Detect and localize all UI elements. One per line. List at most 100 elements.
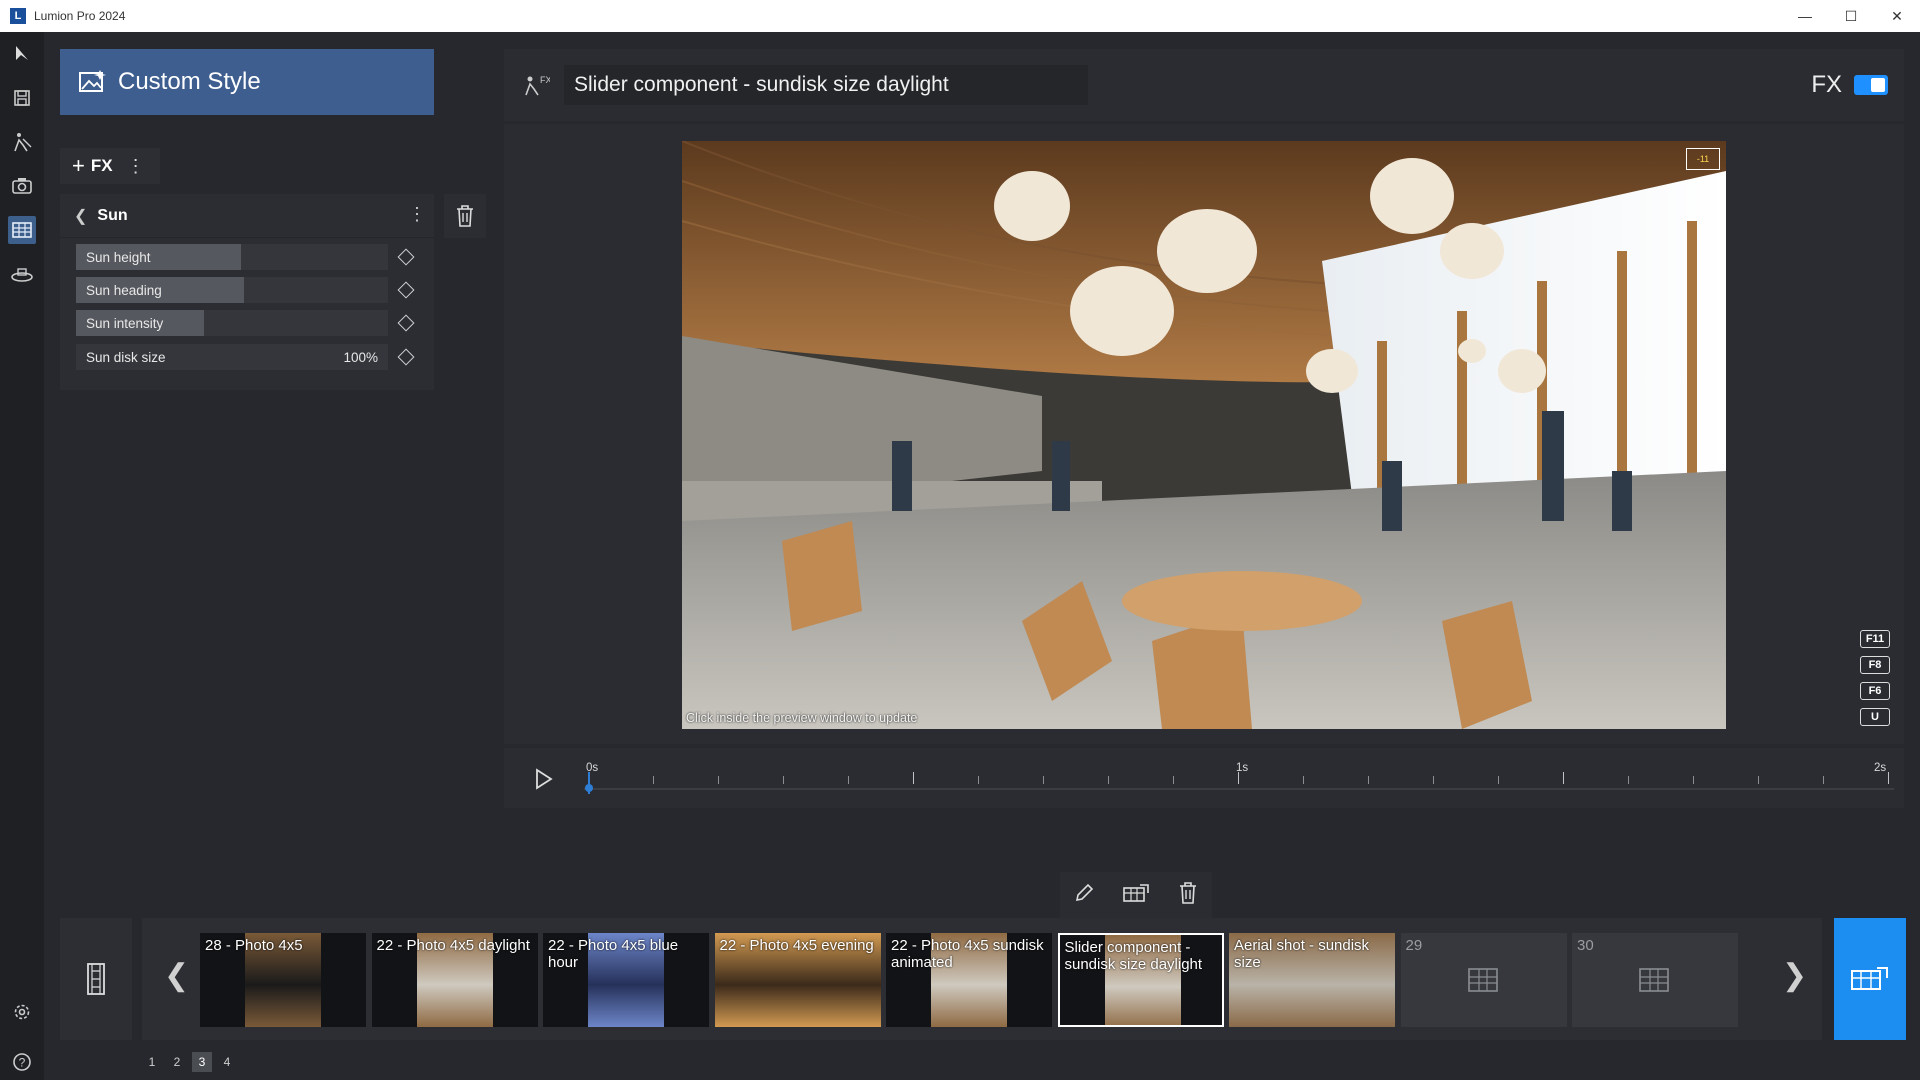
keyframe-diamond-icon[interactable] [397, 281, 415, 299]
fx-toggle[interactable] [1854, 75, 1888, 95]
add-icon[interactable]: + [72, 153, 85, 179]
fx-menu-icon[interactable]: ⋮ [127, 156, 145, 177]
render-preview-image[interactable] [682, 141, 1726, 729]
play-button[interactable] [534, 768, 554, 795]
clip-label: 29 [1405, 937, 1423, 954]
strip-next-chevron-icon[interactable]: ❯ [1782, 958, 1807, 993]
preview-hint: Click inside the preview window to updat… [686, 711, 918, 725]
add-fx-button[interactable]: FX [91, 156, 113, 176]
clip-thumbnail[interactable]: 28 - Photo 4x5 [200, 933, 366, 1027]
timeline-track[interactable] [584, 788, 1894, 790]
custom-style-header[interactable]: Custom Style [60, 49, 434, 115]
clip-thumbnail[interactable]: 22 - Photo 4x5 daylight [371, 933, 538, 1027]
timeline-tick [1563, 772, 1564, 784]
window-title: Lumion Pro 2024 [34, 9, 126, 23]
edit-icon [1076, 883, 1094, 901]
slider-label: Sun intensity [86, 316, 164, 331]
render-movie-button[interactable] [1834, 918, 1906, 1040]
movie-mode-icon[interactable] [8, 216, 36, 244]
custom-style-icon [78, 68, 108, 96]
cursor-icon[interactable] [8, 40, 36, 68]
help-icon[interactable]: ? [8, 1048, 36, 1076]
keyframe-diamond-icon[interactable] [397, 348, 415, 366]
delete-clip-button[interactable] [1177, 881, 1199, 910]
export-clip-button[interactable] [1122, 882, 1150, 909]
timeline-tick [978, 776, 979, 784]
page-number[interactable]: 4 [217, 1052, 237, 1072]
fx-toggle-label: FX [1811, 71, 1842, 98]
save-icon[interactable] [8, 84, 36, 112]
render-badge: -11 [1686, 148, 1720, 170]
timeline-tick [848, 776, 849, 784]
add-fx-toolbar: + FX ⋮ [60, 148, 160, 184]
slider-0[interactable]: Sun height [76, 244, 388, 270]
export-clip-icon [1123, 883, 1149, 902]
window-title-bar: L Lumion Pro 2024 — ☐ ✕ [0, 0, 1920, 32]
timeline-tick [1888, 772, 1889, 784]
maximize-button[interactable]: ☐ [1828, 0, 1874, 32]
360-panorama-icon[interactable] [8, 262, 36, 290]
slider-3[interactable]: Sun disk size 100% [76, 344, 388, 370]
strip-prev-chevron-icon[interactable]: ❮ [164, 958, 189, 993]
timeline-label: 2s [1874, 762, 1887, 774]
film-strip-icon [87, 963, 105, 995]
mode-sidebar: ? [0, 32, 44, 1080]
clip-thumbnail[interactable]: Slider component - sundisk size daylight [1057, 933, 1224, 1027]
function-key-badge[interactable]: U [1860, 708, 1890, 726]
keyframe-diamond-icon[interactable] [397, 314, 415, 332]
slider-2[interactable]: Sun intensity [76, 310, 388, 336]
build-mode-icon[interactable] [8, 128, 36, 156]
custom-style-title: Custom Style [118, 68, 261, 95]
clip-label: 22 - Photo 4x5 blue hour [548, 937, 679, 971]
delete-clip-icon [1179, 881, 1196, 904]
clip-tools [1060, 872, 1212, 918]
timeline-tick [1043, 776, 1044, 784]
lumion-logo-icon: L [10, 8, 26, 24]
clip-thumbnail[interactable]: 22 - Photo 4x5 blue hour [543, 933, 709, 1027]
timeline[interactable]: 0s 1s 2s [504, 748, 1904, 808]
timeline-tick [1433, 776, 1434, 784]
slider-label: Sun disk size [86, 350, 166, 365]
back-chevron-icon[interactable]: ❮ [74, 206, 87, 226]
play-icon [536, 768, 553, 790]
function-key-badge[interactable]: F11 [1860, 630, 1890, 648]
empty-clip-slot[interactable]: 29 [1400, 933, 1567, 1027]
sun-menu-icon[interactable]: ⋮ [408, 204, 426, 225]
render-movie-icon [1851, 967, 1888, 990]
timeline-tick [1108, 776, 1109, 784]
timeline-tick [1758, 776, 1759, 784]
keyframe-diamond-icon[interactable] [397, 248, 415, 266]
function-key-badge[interactable]: F8 [1860, 656, 1890, 674]
timeline-tick [783, 776, 784, 784]
timeline-tick [1498, 776, 1499, 784]
playhead[interactable] [585, 772, 593, 794]
trash-icon [457, 205, 473, 227]
slider-value: 100% [343, 350, 378, 365]
function-key-badge[interactable]: F6 [1860, 682, 1890, 700]
clip-thumbnail[interactable]: 22 - Photo 4x5 evening [714, 933, 881, 1027]
timeline-tick [1303, 776, 1304, 784]
svg-text:?: ? [19, 1056, 26, 1070]
empty-clip-slot[interactable]: 30 [1572, 933, 1738, 1027]
slider-1[interactable]: Sun heading [76, 277, 388, 303]
timeline-tick [1693, 776, 1694, 784]
clip-thumbnail[interactable]: Aerial shot - sundisk size [1229, 933, 1395, 1027]
clip-thumbnail[interactable]: 22 - Photo 4x5 sundisk animated [886, 933, 1052, 1027]
page-number[interactable]: 1 [142, 1052, 162, 1072]
edit-clip-button[interactable] [1073, 882, 1095, 909]
page-number[interactable]: 2 [167, 1052, 187, 1072]
clip-name-field[interactable]: Slider component - sundisk size daylight [564, 65, 1088, 105]
minimize-button[interactable]: — [1782, 0, 1828, 32]
pagination: 1234 [142, 1052, 242, 1072]
delete-effect-button[interactable] [444, 194, 486, 238]
clip-label: 22 - Photo 4x5 evening [719, 937, 874, 954]
photo-mode-icon[interactable] [8, 172, 36, 200]
close-button[interactable]: ✕ [1874, 0, 1920, 32]
settings-icon[interactable] [8, 998, 36, 1026]
timeline-tick [718, 776, 719, 784]
timeline-label: 1s [1236, 762, 1249, 774]
page-number[interactable]: 3 [192, 1052, 212, 1072]
clip-list-button[interactable] [60, 918, 132, 1040]
clip-label: 22 - Photo 4x5 daylight [376, 937, 530, 954]
empty-clip-icon [1467, 968, 1498, 992]
